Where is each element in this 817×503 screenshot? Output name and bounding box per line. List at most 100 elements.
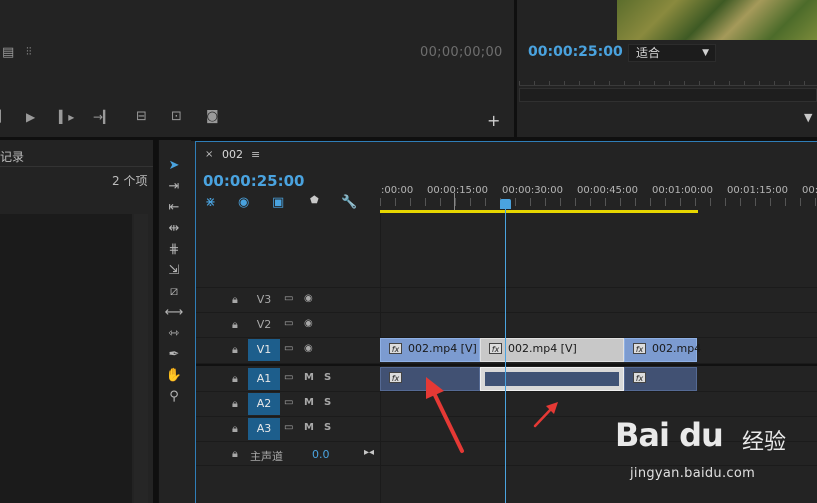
film-icon[interactable]: ▤ <box>2 45 14 60</box>
lock-icon[interactable]: 🔒︎ <box>232 293 238 307</box>
overwrite-icon[interactable]: ⊡ <box>171 109 182 124</box>
project-tab-label[interactable]: 记录 <box>0 148 24 165</box>
track-select-tool-icon[interactable]: ⇥ <box>163 178 185 196</box>
mute-button[interactable]: M <box>304 372 314 383</box>
watermark-cn: 经验 <box>742 430 787 455</box>
wrench-icon[interactable]: 🔧 <box>341 195 357 210</box>
audio-waveform-icon[interactable]: ⫶⫶ <box>26 45 32 59</box>
clip-label: 002.mp4 [V] <box>508 342 577 355</box>
ruler-label: 00:01:15:00 <box>727 185 789 196</box>
track-v3-label[interactable]: V3 <box>248 289 280 311</box>
sync-lock-icon[interactable]: ▭ <box>284 397 293 408</box>
fx-badge: fx <box>633 372 646 383</box>
lock-icon[interactable]: 🔒︎ <box>232 447 238 461</box>
add-marker-icon[interactable]: ⬟ <box>310 195 319 206</box>
ruler-label: 00:00:15:00 <box>427 185 489 196</box>
snap-icon[interactable]: ◉ <box>238 195 249 210</box>
selection-tool-icon[interactable]: ➤ <box>163 157 185 175</box>
video-clip-selected[interactable]: fx 002.mp4 [V] <box>480 338 624 362</box>
master-track-label: 主声道 <box>250 450 283 463</box>
go-to-out-icon[interactable]: →▎ <box>93 110 112 124</box>
video-clip[interactable]: fx 002.mp4 <box>624 338 701 362</box>
step-back-icon[interactable]: ▏ <box>0 110 8 123</box>
pen-tool-icon[interactable]: ✒ <box>163 346 185 364</box>
lock-icon[interactable]: 🔒︎ <box>232 397 238 411</box>
mute-button[interactable]: M <box>304 422 314 433</box>
track-a3-label[interactable]: A3 <box>248 418 280 440</box>
go-to-end-icon[interactable]: ▸◂ <box>364 447 374 458</box>
video-clip[interactable]: fx 002.mp4 [V] <box>380 338 480 362</box>
audio-clip-selected[interactable]: fx <box>480 367 624 391</box>
clip-label: 002.mp4 [V] <box>408 342 477 355</box>
program-scrollbar[interactable] <box>519 88 817 102</box>
fit-dropdown-value: 适合 <box>636 46 661 60</box>
solo-button[interactable]: S <box>324 397 331 408</box>
playhead-line <box>505 209 506 503</box>
lock-icon[interactable]: 🔒︎ <box>232 343 238 357</box>
track-master[interactable] <box>196 442 817 466</box>
program-video-frame <box>617 0 817 40</box>
source-monitor <box>0 0 514 137</box>
ripple-edit-tool-icon[interactable]: ⇹ <box>163 220 185 238</box>
sync-lock-icon[interactable]: ▭ <box>284 293 293 304</box>
ruler-label: :00:00 <box>381 185 414 196</box>
lock-icon[interactable]: 🔒︎ <box>232 422 238 436</box>
play-icon[interactable]: ▶ <box>26 110 35 124</box>
fx-badge: fx <box>489 343 502 354</box>
fx-badge: fx <box>389 343 402 354</box>
program-timecode[interactable]: 00:00:25:00 <box>528 44 623 60</box>
sync-lock-icon[interactable]: ▭ <box>284 422 293 433</box>
razor-tool-icon[interactable]: ⧄ <box>163 283 185 301</box>
nest-icon[interactable]: ⋇ <box>205 195 216 210</box>
mute-button[interactable]: M <box>304 397 314 408</box>
ruler-label: 00:01:00:00 <box>652 185 714 196</box>
linked-selection-icon[interactable]: ▣ <box>272 195 284 210</box>
chevron-down-icon: ▼ <box>702 48 709 58</box>
program-time-ruler[interactable] <box>519 72 817 86</box>
lock-icon[interactable]: 🔒︎ <box>232 372 238 386</box>
marker-icon[interactable]: ▼ <box>804 111 812 124</box>
playhead-handle[interactable] <box>500 199 511 209</box>
audio-clip[interactable]: fx <box>624 367 697 391</box>
master-volume-value[interactable]: 0.0 <box>312 448 330 461</box>
slide-tool-icon[interactable]: ⇿ <box>163 325 185 343</box>
close-icon[interactable]: × <box>205 149 213 160</box>
sync-lock-icon[interactable]: ▭ <box>284 372 293 383</box>
sync-lock-icon[interactable]: ▭ <box>284 318 293 329</box>
timeline-timecode[interactable]: 00:00:25:00 <box>203 172 305 190</box>
eye-icon[interactable]: ◉ <box>304 343 313 354</box>
project-item-count: 2 个项 <box>112 174 148 188</box>
add-button-icon[interactable]: + <box>487 111 500 130</box>
project-item-list[interactable] <box>0 214 132 503</box>
fit-dropdown[interactable]: 适合 ▼ <box>628 44 716 62</box>
ruler-label: 00:00:30:00 <box>502 185 564 196</box>
sequence-tab[interactable]: 002 <box>222 148 243 161</box>
zoom-tool-icon[interactable]: ⚲ <box>163 388 185 406</box>
annotation-arrow-large <box>426 377 464 453</box>
solo-button[interactable]: S <box>324 422 331 433</box>
panel-divider <box>514 0 517 137</box>
solo-button[interactable]: S <box>324 372 331 383</box>
lock-icon[interactable]: 🔒︎ <box>232 318 238 332</box>
ruler-ticks <box>380 198 817 206</box>
track-a1-label[interactable]: A1 <box>248 368 280 390</box>
sync-lock-icon[interactable]: ▭ <box>284 343 293 354</box>
eye-icon[interactable]: ◉ <box>304 318 313 329</box>
track-v2-label[interactable]: V2 <box>248 314 280 336</box>
rate-stretch-tool-icon[interactable]: ⇲ <box>163 262 185 280</box>
slip-tool-icon[interactable]: ⟷ <box>163 304 185 322</box>
insert-icon[interactable]: ⊟ <box>136 109 147 124</box>
rolling-edit-tool-icon[interactable]: ⋕ <box>163 241 185 259</box>
track-v1-label[interactable]: V1 <box>248 339 280 361</box>
tab-menu-icon[interactable]: ≡ <box>251 148 260 161</box>
annotation-arrow-small <box>533 402 558 428</box>
track-a2-label[interactable]: A2 <box>248 393 280 415</box>
hand-tool-icon[interactable]: ✋ <box>163 367 185 385</box>
work-area-bar[interactable] <box>380 210 698 213</box>
step-forward-icon[interactable]: ▍▸ <box>59 110 74 124</box>
camera-icon[interactable]: ◙ <box>206 109 219 124</box>
eye-icon[interactable]: ◉ <box>304 293 313 304</box>
project-scrollbar[interactable] <box>134 214 148 503</box>
fx-badge: fx <box>389 372 402 383</box>
track-select-backward-icon[interactable]: ⇤ <box>163 199 185 217</box>
